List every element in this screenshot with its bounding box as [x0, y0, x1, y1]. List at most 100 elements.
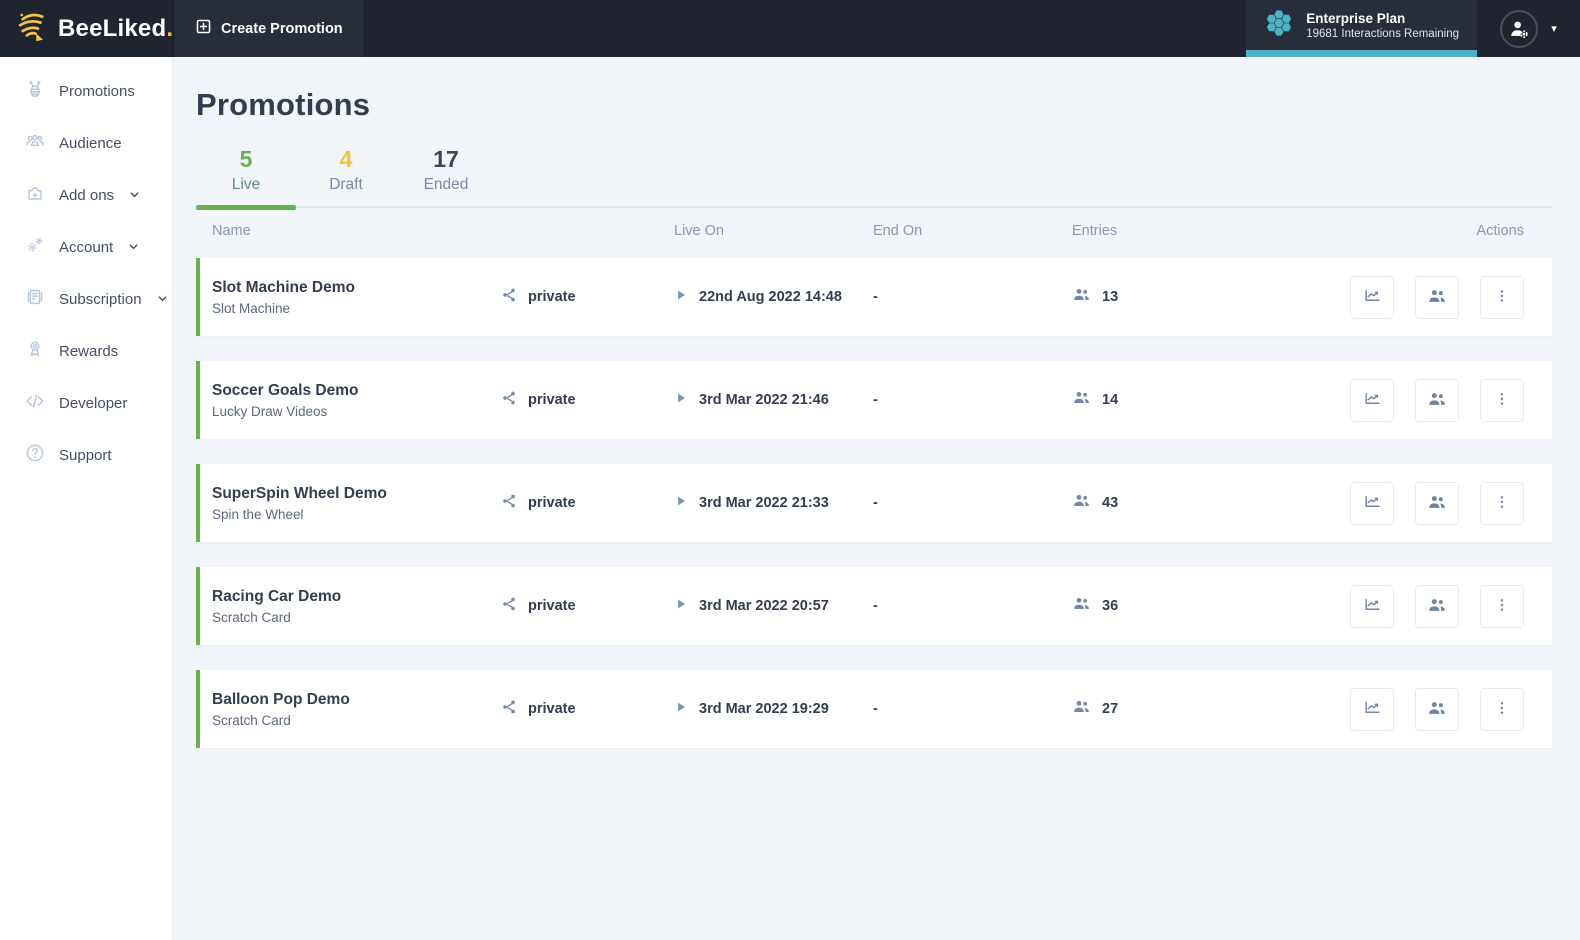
sidebar-item-label: Rewards [59, 342, 119, 360]
create-promotion-button[interactable]: Create Promotion [173, 0, 365, 57]
analytics-button[interactable] [1350, 378, 1394, 422]
audience-icon [24, 130, 46, 156]
analytics-icon [1363, 492, 1382, 514]
more-options-button[interactable] [1480, 378, 1524, 422]
entries-button[interactable] [1415, 275, 1459, 319]
analytics-icon [1363, 698, 1382, 720]
tab-count: 4 [339, 146, 353, 172]
sidebar-item-account[interactable]: Account [0, 221, 172, 273]
table-row[interactable]: SuperSpin Wheel Demo Spin the Wheel priv… [196, 464, 1552, 542]
end-on-value: - [873, 495, 878, 511]
interactions-progress-bar [1246, 50, 1477, 57]
end-on-cell: - [873, 597, 1072, 615]
column-header-name: Name [212, 223, 251, 239]
promotion-name: Balloon Pop Demo [212, 690, 350, 708]
plus-square-icon [195, 18, 212, 39]
sidebar-item-label: Account [59, 238, 114, 256]
table-row[interactable]: Racing Car Demo Scratch Card private 3rd… [196, 567, 1552, 645]
entries-users-icon [1072, 594, 1091, 618]
end-on-value: - [873, 392, 878, 408]
subscription-icon [24, 286, 46, 312]
play-icon [674, 494, 688, 513]
main-content: Promotions 5 Live 4 Draft 17 Ended Name … [173, 57, 1580, 940]
live-on-cell: 3rd Mar 2022 21:46 [674, 391, 873, 410]
sidebar-item-audience[interactable]: Audience [0, 117, 172, 169]
entries-button[interactable] [1415, 584, 1459, 628]
live-on-date: 3rd Mar 2022 19:29 [699, 701, 829, 717]
brand-name: BeeLiked [58, 14, 167, 42]
plan-badge[interactable]: Enterprise Plan 19681 Interactions Remai… [1246, 0, 1477, 57]
table-row[interactable]: Slot Machine Demo Slot Machine private 2… [196, 258, 1552, 336]
entries-count: 36 [1102, 598, 1119, 614]
entries-count: 43 [1102, 495, 1119, 511]
visibility-cell: private [501, 493, 674, 514]
entries-count: 27 [1102, 701, 1119, 717]
sidebar-item-label: Subscription [59, 290, 142, 308]
end-on-cell: - [873, 494, 1072, 512]
more-options-button[interactable] [1480, 481, 1524, 525]
more-options-button[interactable] [1480, 584, 1524, 628]
analytics-button[interactable] [1350, 687, 1394, 731]
beeliked-logo[interactable]: BeeLiked. [0, 0, 173, 57]
tab-draft[interactable]: 4 Draft [296, 146, 396, 206]
end-on-cell: - [873, 700, 1072, 718]
share-icon [501, 493, 517, 514]
sidebar-item-rewards[interactable]: Rewards [0, 325, 172, 377]
plan-remaining: 19681 Interactions Remaining [1306, 28, 1459, 40]
more-options-button[interactable] [1480, 275, 1524, 319]
sidebar-item-subscription[interactable]: Subscription [0, 273, 172, 325]
sidebar-item-promotions[interactable]: Promotions [0, 65, 172, 117]
sidebar-item-label: Developer [59, 394, 128, 412]
promotion-name-cell: SuperSpin Wheel Demo Spin the Wheel [212, 485, 501, 522]
play-icon [674, 288, 688, 307]
actions-cell [1348, 275, 1524, 319]
live-on-date: 3rd Mar 2022 20:57 [699, 598, 829, 614]
avatar[interactable] [1500, 9, 1539, 48]
visibility-label: private [528, 495, 576, 511]
visibility-cell: private [501, 287, 674, 308]
sidebar-item-add-ons[interactable]: Add ons [0, 169, 172, 221]
more-options-button[interactable] [1480, 687, 1524, 731]
table-header: Name Live On End On Entries Actions [196, 208, 1552, 254]
question-icon [24, 442, 46, 468]
puzzle-icon [24, 182, 46, 208]
visibility-label: private [528, 701, 576, 717]
end-on-cell: - [873, 391, 1072, 409]
tab-count: 5 [239, 146, 253, 172]
chevron-down-icon[interactable]: ▾ [1551, 22, 1557, 35]
end-on-cell: - [873, 288, 1072, 306]
analytics-button[interactable] [1350, 584, 1394, 628]
sidebar-item-developer[interactable]: Developer [0, 377, 172, 429]
share-icon [501, 596, 517, 617]
top-bar: BeeLiked. Create Promotion Enterprise Pl… [0, 0, 1580, 57]
table-row[interactable]: Balloon Pop Demo Scratch Card private 3r… [196, 670, 1552, 748]
share-icon [501, 390, 517, 411]
entries-button[interactable] [1415, 481, 1459, 525]
user-menu[interactable]: ▾ [1477, 0, 1580, 57]
sidebar-item-support[interactable]: Support [0, 429, 172, 481]
tab-live[interactable]: 5 Live [196, 146, 296, 210]
sidebar: Promotions Audience Add ons Account Subs… [0, 57, 173, 940]
plan-name: Enterprise Plan [1306, 11, 1406, 26]
analytics-button[interactable] [1350, 481, 1394, 525]
column-header-end-on: End On [873, 223, 923, 239]
entries-cell: 14 [1072, 388, 1348, 412]
entries-button[interactable] [1415, 687, 1459, 731]
promotion-type: Lucky Draw Videos [212, 403, 328, 419]
promotions-list: Slot Machine Demo Slot Machine private 2… [196, 258, 1556, 748]
tab-label: Live [231, 176, 261, 193]
analytics-button[interactable] [1350, 275, 1394, 319]
kebab-menu-icon [1494, 391, 1510, 410]
table-row[interactable]: Soccer Goals Demo Lucky Draw Videos priv… [196, 361, 1552, 439]
entries-cell: 36 [1072, 594, 1348, 618]
sidebar-item-label: Add ons [59, 186, 115, 204]
entries-button[interactable] [1415, 378, 1459, 422]
end-on-value: - [873, 598, 878, 614]
entries-cell: 13 [1072, 285, 1348, 309]
column-header-live-on: Live On [674, 223, 724, 239]
promotion-name-cell: Racing Car Demo Scratch Card [212, 588, 501, 625]
share-icon [501, 287, 517, 308]
live-on-date: 3rd Mar 2022 21:46 [699, 392, 829, 408]
tab-ended[interactable]: 17 Ended [396, 146, 496, 206]
